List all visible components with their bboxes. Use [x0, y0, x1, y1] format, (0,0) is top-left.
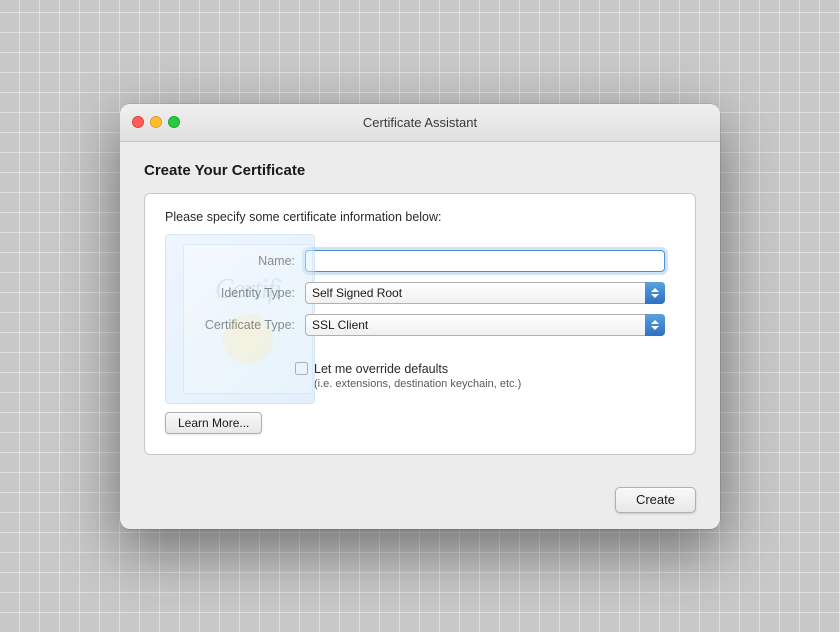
- cert-card-inner: Certifi: [183, 244, 313, 394]
- override-checkbox-sublabel: (i.e. extensions, destination keychain, …: [314, 378, 665, 390]
- identity-type-select-wrapper: Self Signed Root Intermediate CA Root CA: [305, 282, 665, 304]
- minimize-button[interactable]: [150, 116, 162, 128]
- titlebar: Certificate Assistant: [120, 104, 720, 142]
- window-footer: Create: [120, 475, 720, 529]
- certificate-type-select-wrapper: SSL Client SSL Server Code Signing Email…: [305, 314, 665, 336]
- close-button[interactable]: [132, 116, 144, 128]
- certificate-assistant-window: Certificate Assistant Create Your Certif…: [120, 104, 720, 529]
- override-checkbox-line: Let me override defaults: [295, 362, 665, 376]
- certificate-type-select[interactable]: SSL Client SSL Server Code Signing Email…: [305, 314, 665, 336]
- content-panel: Please specify some certificate informat…: [144, 193, 696, 455]
- window-title: Certificate Assistant: [363, 115, 477, 130]
- cert-script-text: Certifi: [215, 274, 281, 306]
- page-title: Create Your Certificate: [144, 162, 696, 179]
- maximize-button[interactable]: [168, 116, 180, 128]
- name-input[interactable]: [305, 250, 665, 272]
- window-body: Create Your Certificate Please specify s…: [120, 142, 720, 475]
- traffic-lights: [132, 116, 180, 128]
- identity-type-select[interactable]: Self Signed Root Intermediate CA Root CA: [305, 282, 665, 304]
- create-button[interactable]: Create: [615, 487, 696, 513]
- cert-stamp: [223, 314, 273, 364]
